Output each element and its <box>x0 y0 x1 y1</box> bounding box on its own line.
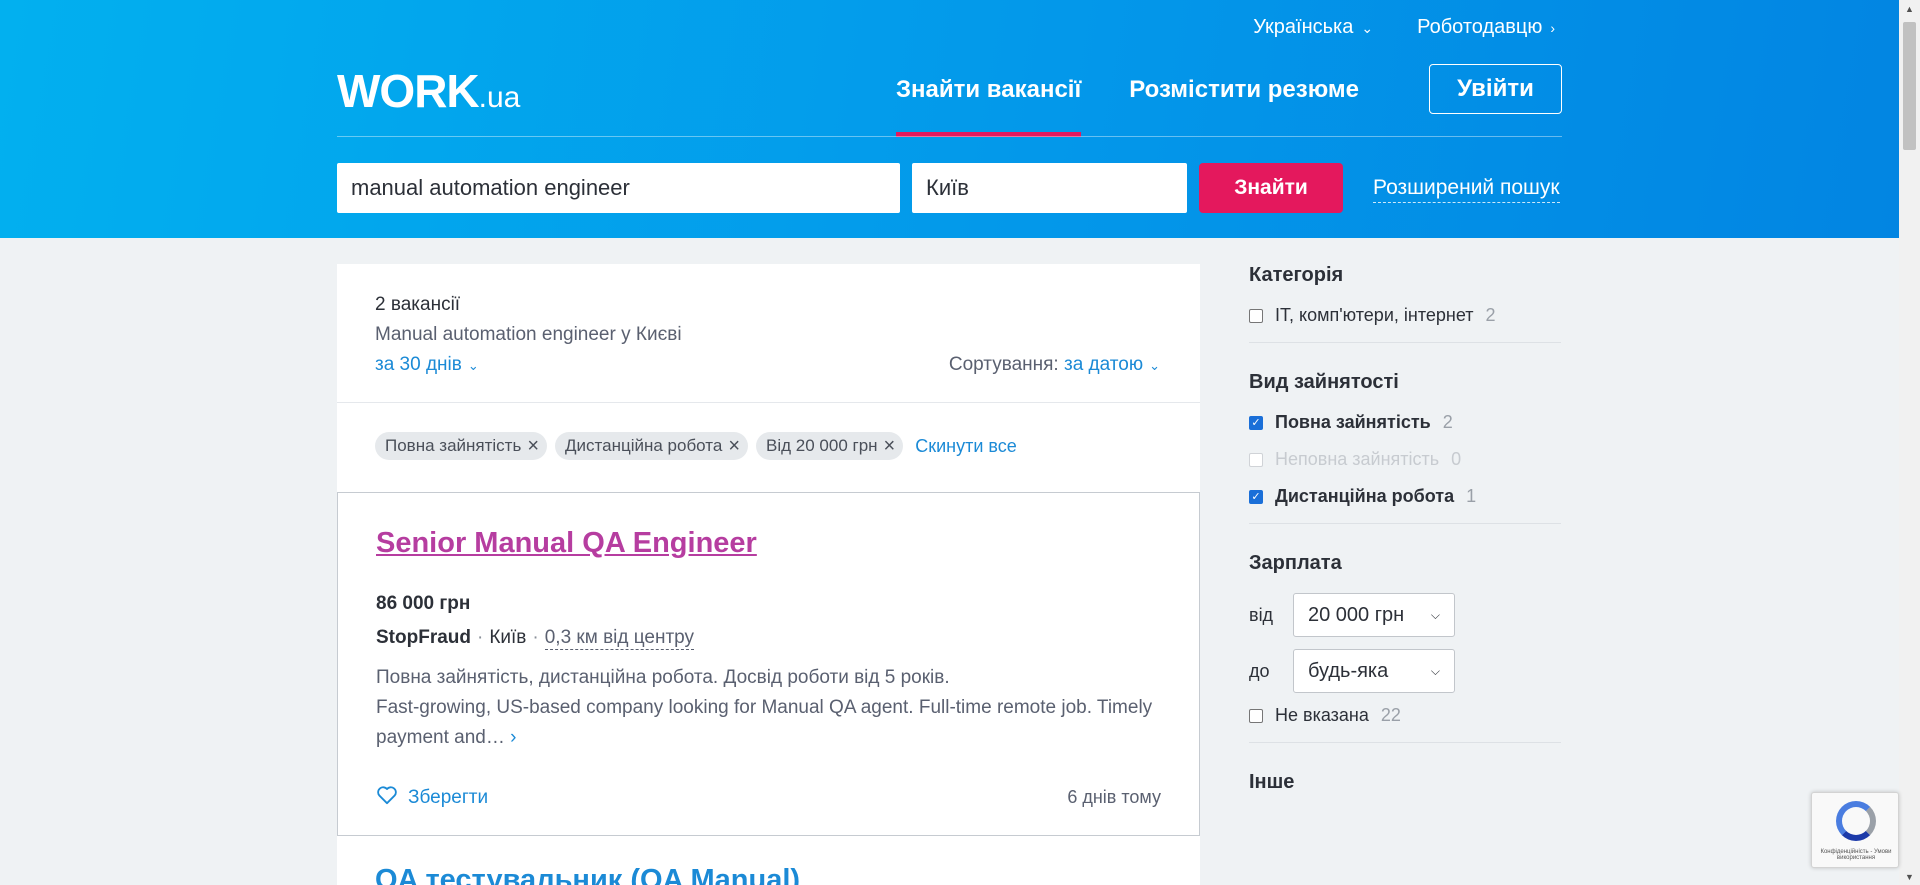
results-query: Manual automation engineer у Києві <box>375 324 682 345</box>
checkbox-checked[interactable]: ✓ <box>1249 415 1263 430</box>
chevron-down-icon: ⌵ <box>1430 607 1440 622</box>
chevron-down-icon: ⌄ <box>467 358 479 373</box>
job-city: Київ <box>489 627 527 648</box>
job-title-link[interactable]: QA тестувальник (QA Manual) <box>375 864 800 885</box>
nav-find-jobs[interactable]: Знайти вакансії <box>896 76 1082 137</box>
results-panel: 2 вакансії Manual automation engineer у … <box>337 264 1200 885</box>
chevron-down-icon: ⌵ <box>1430 663 1440 678</box>
scroll-thumb[interactable] <box>1903 22 1916 150</box>
chevron-right-icon[interactable]: › <box>510 727 516 748</box>
recaptcha-icon <box>1836 801 1876 841</box>
save-job-button[interactable]: Зберегти <box>376 785 488 811</box>
filter-chip[interactable]: Дистанційна робота × <box>555 432 749 460</box>
job-title-link[interactable]: Senior Manual QA Engineer <box>376 527 757 560</box>
search-input[interactable]: manual automation engineer <box>337 163 900 213</box>
employer-link[interactable]: Роботодавцю › <box>1417 16 1555 39</box>
language-switcher[interactable]: Українська ⌄ <box>1253 16 1373 39</box>
job-salary: 86 000 грн <box>376 593 471 614</box>
posted-time: 6 днів тому <box>1067 787 1161 807</box>
divider <box>337 402 1200 403</box>
divider <box>1249 523 1561 524</box>
recaptcha-badge[interactable]: Конфіденційність - Умови використання <box>1811 792 1899 868</box>
page-scrollbar[interactable]: ▲ ▼ <box>1899 0 1920 885</box>
checkbox-checked[interactable]: ✓ <box>1249 489 1263 504</box>
search-button[interactable]: Знайти <box>1199 163 1343 213</box>
chevron-down-icon: ⌄ <box>1361 20 1374 36</box>
other-heading: Інше <box>1249 771 1295 793</box>
heart-icon <box>376 785 398 811</box>
filters-sidebar: Категорія IT, комп'ютери, інтернет 2 Вид… <box>1249 264 1561 812</box>
nav-post-resume[interactable]: Розмістити резюме <box>1129 76 1359 137</box>
chevron-right-icon: › <box>1550 20 1555 36</box>
divider <box>1249 342 1561 343</box>
advanced-search-link[interactable]: Розширений пошук <box>1373 176 1560 203</box>
job-company-line: StopFraud · Київ · 0,3 км від центру <box>376 627 695 650</box>
active-filters: Повна зайнятість × Дистанційна робота × Ві… <box>375 432 1017 460</box>
site-header: Українська ⌄ Роботодавцю › WORK.ua Знайти … <box>0 0 1899 238</box>
checkbox <box>1249 452 1263 467</box>
login-button[interactable]: Увійти <box>1429 64 1562 114</box>
filter-option[interactable]: Не вказана 22 <box>1249 705 1561 726</box>
close-icon[interactable]: × <box>884 436 896 456</box>
period-dropdown[interactable]: за 30 днів ⌄ <box>375 354 479 376</box>
reset-filters-link[interactable]: Скинути все <box>915 436 1017 457</box>
sort-control: Сортування: за датою ⌄ <box>948 354 1160 375</box>
salary-to-select[interactable]: будь-яка ⌵ <box>1293 649 1455 693</box>
site-logo[interactable]: WORK.ua <box>337 64 520 118</box>
filter-option[interactable]: ✓ Повна зайнятість 2 <box>1249 412 1561 433</box>
scroll-down-icon[interactable]: ▼ <box>1905 872 1914 882</box>
filter-chip[interactable]: Повна зайнятість × <box>375 432 548 460</box>
employment-heading: Вид зайнятості <box>1249 371 1399 393</box>
salary-to-row: до будь-яка ⌵ <box>1249 649 1561 693</box>
main-nav: Знайти вакансії Розмістити резюме <box>896 76 1359 137</box>
city-input[interactable]: Київ <box>912 163 1187 213</box>
header-divider <box>337 136 1562 137</box>
divider <box>1249 742 1561 743</box>
separator-dot: · <box>532 627 539 648</box>
filter-option-disabled: Неповна зайнятість 0 <box>1249 449 1561 470</box>
top-nav: Українська ⌄ Роботодавцю › <box>1253 16 1555 39</box>
sort-dropdown[interactable]: за датою ⌄ <box>1064 354 1160 375</box>
scroll-up-icon[interactable]: ▲ <box>1905 4 1914 14</box>
close-icon[interactable]: × <box>728 436 740 456</box>
results-count: 2 вакансії <box>375 294 461 315</box>
distance-link[interactable]: 0,3 км від центру <box>544 627 695 650</box>
chevron-down-icon: ⌄ <box>1149 358 1160 373</box>
company-name: StopFraud <box>376 627 471 648</box>
separator-dot: · <box>477 627 484 648</box>
category-heading: Категорія <box>1249 264 1344 286</box>
salary-from-select[interactable]: 20 000 грн ⌵ <box>1293 593 1455 637</box>
close-icon[interactable]: × <box>527 436 539 456</box>
filter-option[interactable]: IT, комп'ютери, інтернет 2 <box>1249 305 1561 326</box>
salary-from-row: від 20 000 грн ⌵ <box>1249 593 1561 637</box>
filter-chip[interactable]: Від 20 000 грн × <box>756 432 904 460</box>
job-card[interactable]: Senior Manual QA Engineer 86 000 грн Sto… <box>337 492 1200 836</box>
filter-option[interactable]: ✓ Дистанційна робота 1 <box>1249 486 1561 507</box>
checkbox[interactable] <box>1249 308 1263 323</box>
checkbox[interactable] <box>1249 708 1263 723</box>
job-description: Повна зайнятість, дистанційна робота. До… <box>376 667 1153 748</box>
salary-heading: Зарплата <box>1249 552 1342 574</box>
